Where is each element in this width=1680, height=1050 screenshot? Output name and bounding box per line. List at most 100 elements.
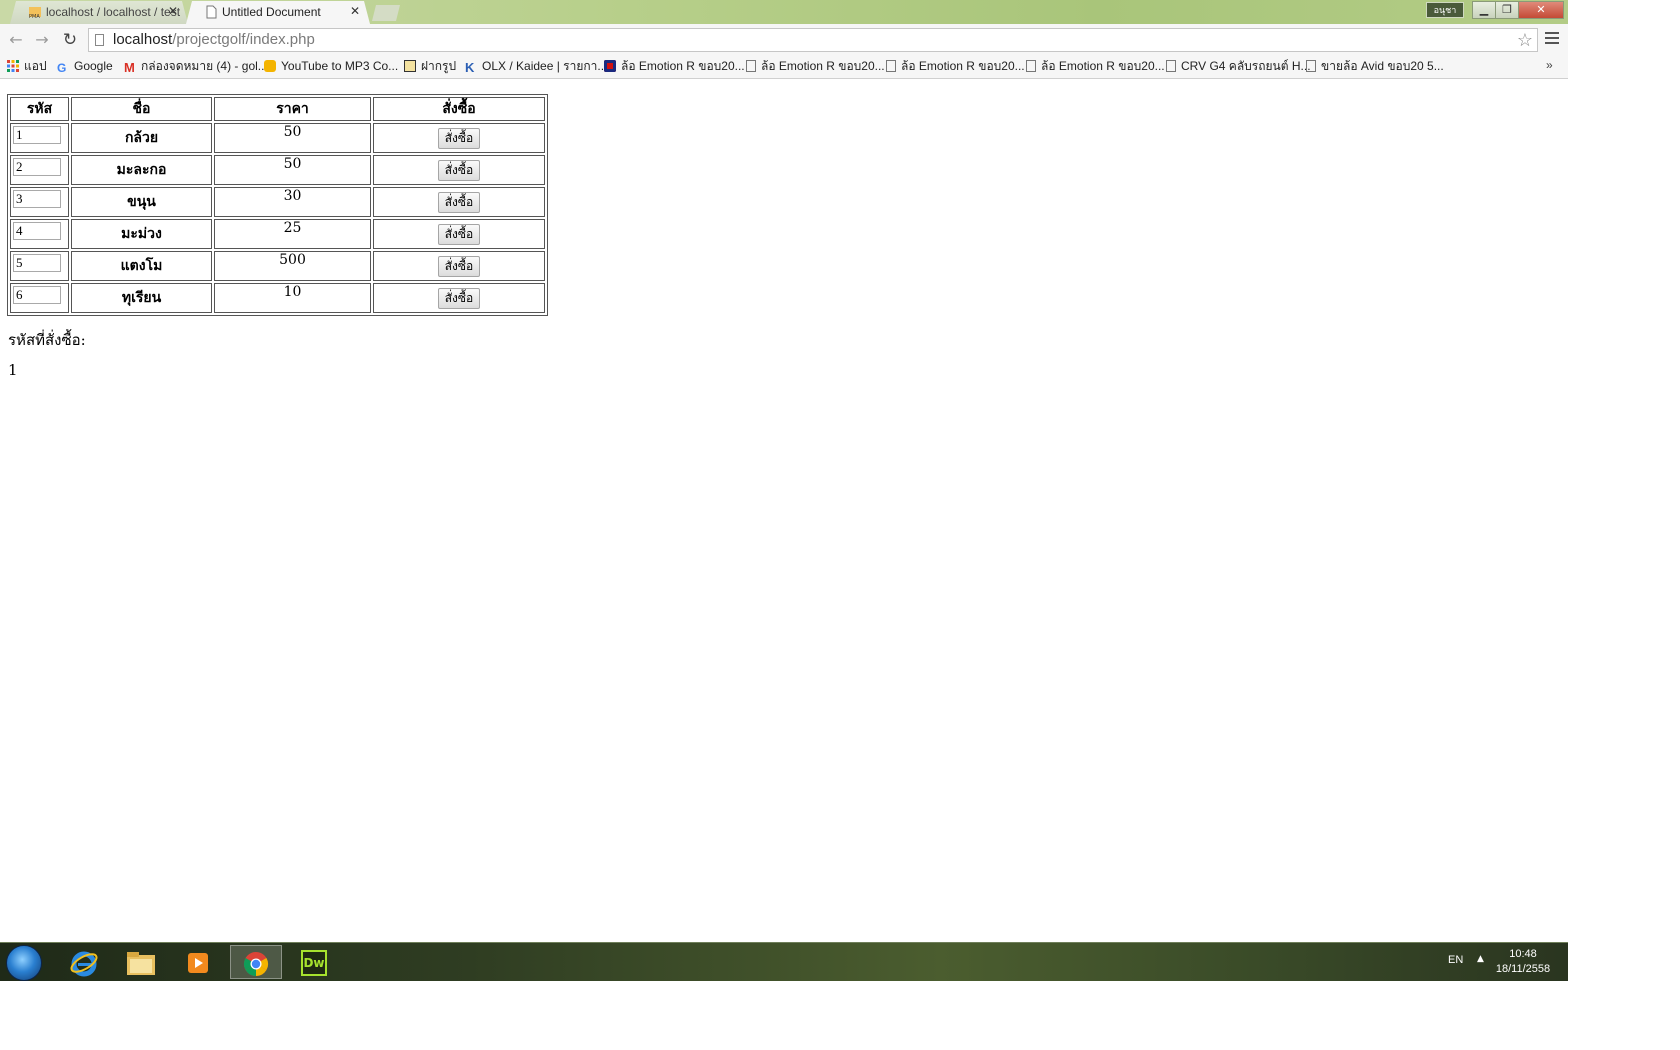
wheel-icon xyxy=(604,60,616,72)
price-cell: 10 xyxy=(214,283,371,313)
bookmark-crv[interactable]: CRV G4 คลับรถยนต์ H... xyxy=(1166,58,1311,74)
taskbar-media-player[interactable] xyxy=(172,945,224,979)
tab-label: Untitled Document xyxy=(222,5,321,19)
tab-untitled-document[interactable]: Untitled Document ✕ xyxy=(186,1,370,24)
page-icon xyxy=(95,34,104,46)
tab-phpmyadmin[interactable]: PMA localhost / localhost / test ✕ xyxy=(10,1,188,24)
address-bar[interactable]: localhost/projectgolf/index.php ☆ xyxy=(88,28,1538,52)
bookmark-gmail[interactable]: M กล่องจดหมาย (4) - gol... xyxy=(124,58,268,74)
bookmark-emotion-3[interactable]: ล้อ Emotion R ขอบ20... xyxy=(886,58,1025,74)
column-header-code: รหัส xyxy=(10,97,69,121)
phpmyadmin-icon: PMA xyxy=(28,5,42,19)
table-row: กล้วย 50 สั่งซื้อ xyxy=(10,123,545,153)
table-row: มะละกอ 50 สั่งซื้อ xyxy=(10,155,545,185)
bookmark-photo[interactable]: ฝากรูป xyxy=(404,58,456,74)
products-table: รหัส ชื่อ ราคา สั่งซื้อ กล้วย 50 สั่งซื้… xyxy=(7,94,548,316)
price-cell: 50 xyxy=(214,155,371,185)
minimize-button[interactable]: ▁ xyxy=(1472,1,1496,19)
bookmark-avid[interactable]: ขายล้อ Avid ขอบ20 5... xyxy=(1306,58,1444,74)
language-indicator[interactable]: EN xyxy=(1448,954,1463,966)
close-window-button[interactable]: ✕ xyxy=(1518,1,1564,19)
bookmark-label: ขายล้อ Avid ขอบ20 5... xyxy=(1321,59,1444,73)
restore-button[interactable]: ❐ xyxy=(1495,1,1519,19)
order-button[interactable]: สั่งซื้อ xyxy=(437,223,481,245)
code-input[interactable] xyxy=(13,222,61,240)
browser-toolbar: ← → ↻ localhost/projectgolf/index.php ☆ xyxy=(0,24,1568,56)
bookmark-label: ฝากรูป xyxy=(421,59,457,73)
page-content: รหัส ชื่อ ราคา สั่งซื้อ กล้วย 50 สั่งซื้… xyxy=(0,79,1568,942)
order-cell: สั่งซื้อ xyxy=(373,283,545,313)
dreamweaver-icon: Dw xyxy=(301,949,327,976)
code-cell xyxy=(10,283,69,313)
taskbar-dreamweaver[interactable]: Dw xyxy=(288,945,340,979)
bookmark-star-icon[interactable]: ☆ xyxy=(1517,29,1533,51)
media-player-icon xyxy=(188,952,208,973)
internet-explorer-icon xyxy=(70,951,98,976)
ordered-code-label: รหัสที่สั่งซื้อ: xyxy=(8,331,86,349)
order-cell: สั่งซื้อ xyxy=(373,155,545,185)
tab-label: localhost / localhost / test xyxy=(46,5,181,19)
code-input[interactable] xyxy=(13,254,61,272)
price-cell: 50 xyxy=(214,123,371,153)
price-cell: 25 xyxy=(214,219,371,249)
bookmark-kaidee[interactable]: K OLX / Kaidee | รายกา... xyxy=(465,58,607,74)
code-input[interactable] xyxy=(13,158,61,176)
url-text: localhost/projectgolf/index.php xyxy=(113,29,315,51)
page-icon xyxy=(746,60,756,72)
code-cell xyxy=(10,155,69,185)
svg-text:PMA: PMA xyxy=(29,14,40,19)
photo-icon xyxy=(404,60,416,72)
bookmark-youtube-mp3[interactable]: YouTube to MP3 Co... xyxy=(264,58,398,74)
order-cell: สั่งซื้อ xyxy=(373,219,545,249)
new-tab-button[interactable] xyxy=(372,5,400,21)
bookmark-label: YouTube to MP3 Co... xyxy=(281,59,399,73)
clock-time: 10:48 xyxy=(1509,948,1537,960)
order-cell: สั่งซื้อ xyxy=(373,187,545,217)
page-icon xyxy=(1166,60,1176,72)
order-button[interactable]: สั่งซื้อ xyxy=(437,287,481,309)
bookmark-apps[interactable]: แอป xyxy=(7,58,47,74)
bookmark-emotion-2[interactable]: ล้อ Emotion R ขอบ20... xyxy=(746,58,885,74)
bookmark-label: ล้อ Emotion R ขอบ20... xyxy=(761,59,885,73)
clock-date: 18/11/2558 xyxy=(1495,963,1551,975)
system-clock[interactable]: 10:48 18/11/2558 xyxy=(1490,947,1556,977)
apps-icon xyxy=(7,60,19,72)
price-cell: 500 xyxy=(214,251,371,281)
ordered-code-value: 1 xyxy=(8,361,18,379)
menu-icon[interactable] xyxy=(1545,32,1559,47)
table-row: ทุเรียน 10 สั่งซื้อ xyxy=(10,283,545,313)
table-row: ขนุน 30 สั่งซื้อ xyxy=(10,187,545,217)
column-header-order: สั่งซื้อ xyxy=(373,97,545,121)
code-cell xyxy=(10,187,69,217)
name-cell: มะม่วง xyxy=(71,219,212,249)
page-icon xyxy=(1306,60,1316,72)
page-icon xyxy=(886,60,896,72)
code-input[interactable] xyxy=(13,126,61,144)
forward-arrow-icon[interactable]: → xyxy=(32,30,52,50)
bookmark-emotion-4[interactable]: ล้อ Emotion R ขอบ20... xyxy=(1026,58,1165,74)
back-arrow-icon[interactable]: ← xyxy=(6,30,26,50)
bookmark-google[interactable]: G Google xyxy=(57,58,113,74)
bookmark-label: ล้อ Emotion R ขอบ20... xyxy=(621,59,745,73)
code-cell xyxy=(10,123,69,153)
code-input[interactable] xyxy=(13,286,61,304)
tab-close-icon[interactable]: ✕ xyxy=(168,4,178,18)
order-button[interactable]: สั่งซื้อ xyxy=(437,255,481,277)
taskbar-chrome[interactable] xyxy=(230,945,282,979)
order-button[interactable]: สั่งซื้อ xyxy=(437,159,481,181)
reload-icon[interactable]: ↻ xyxy=(60,30,80,50)
tray-expand-icon[interactable]: ▲ xyxy=(1477,954,1484,964)
start-button[interactable] xyxy=(6,945,42,981)
name-cell: ขนุน xyxy=(71,187,212,217)
taskbar-file-explorer[interactable] xyxy=(115,945,167,979)
chrome-icon xyxy=(243,951,269,976)
profile-badge[interactable]: อนุชา xyxy=(1426,2,1464,18)
taskbar-internet-explorer[interactable] xyxy=(58,945,110,979)
order-button[interactable]: สั่งซื้อ xyxy=(437,127,481,149)
tab-close-icon[interactable]: ✕ xyxy=(350,4,360,18)
bookmark-label: ล้อ Emotion R ขอบ20... xyxy=(1041,59,1165,73)
bookmarks-overflow-icon[interactable]: » xyxy=(1546,58,1553,72)
code-input[interactable] xyxy=(13,190,61,208)
order-button[interactable]: สั่งซื้อ xyxy=(437,191,481,213)
bookmark-emotion-1[interactable]: ล้อ Emotion R ขอบ20... xyxy=(604,58,745,74)
